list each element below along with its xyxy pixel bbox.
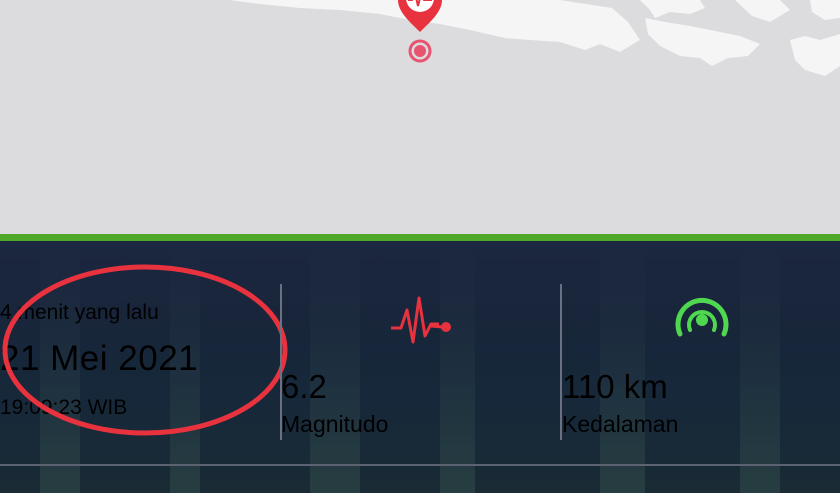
seismograph-icon bbox=[281, 290, 561, 350]
panel-bottom-divider bbox=[0, 464, 840, 466]
red-annotation-circle bbox=[2, 264, 288, 436]
epicenter-marker-icon[interactable] bbox=[390, 0, 450, 64]
depth-signal-icon bbox=[562, 290, 840, 350]
accent-divider bbox=[0, 234, 840, 241]
depth-value: 110 km bbox=[562, 368, 668, 405]
magnitude-label: Magnitudo bbox=[281, 411, 389, 437]
magnitude-value: 6.2 bbox=[281, 368, 327, 405]
map-view[interactable] bbox=[0, 0, 840, 234]
depth-label: Kedalaman bbox=[562, 411, 679, 437]
